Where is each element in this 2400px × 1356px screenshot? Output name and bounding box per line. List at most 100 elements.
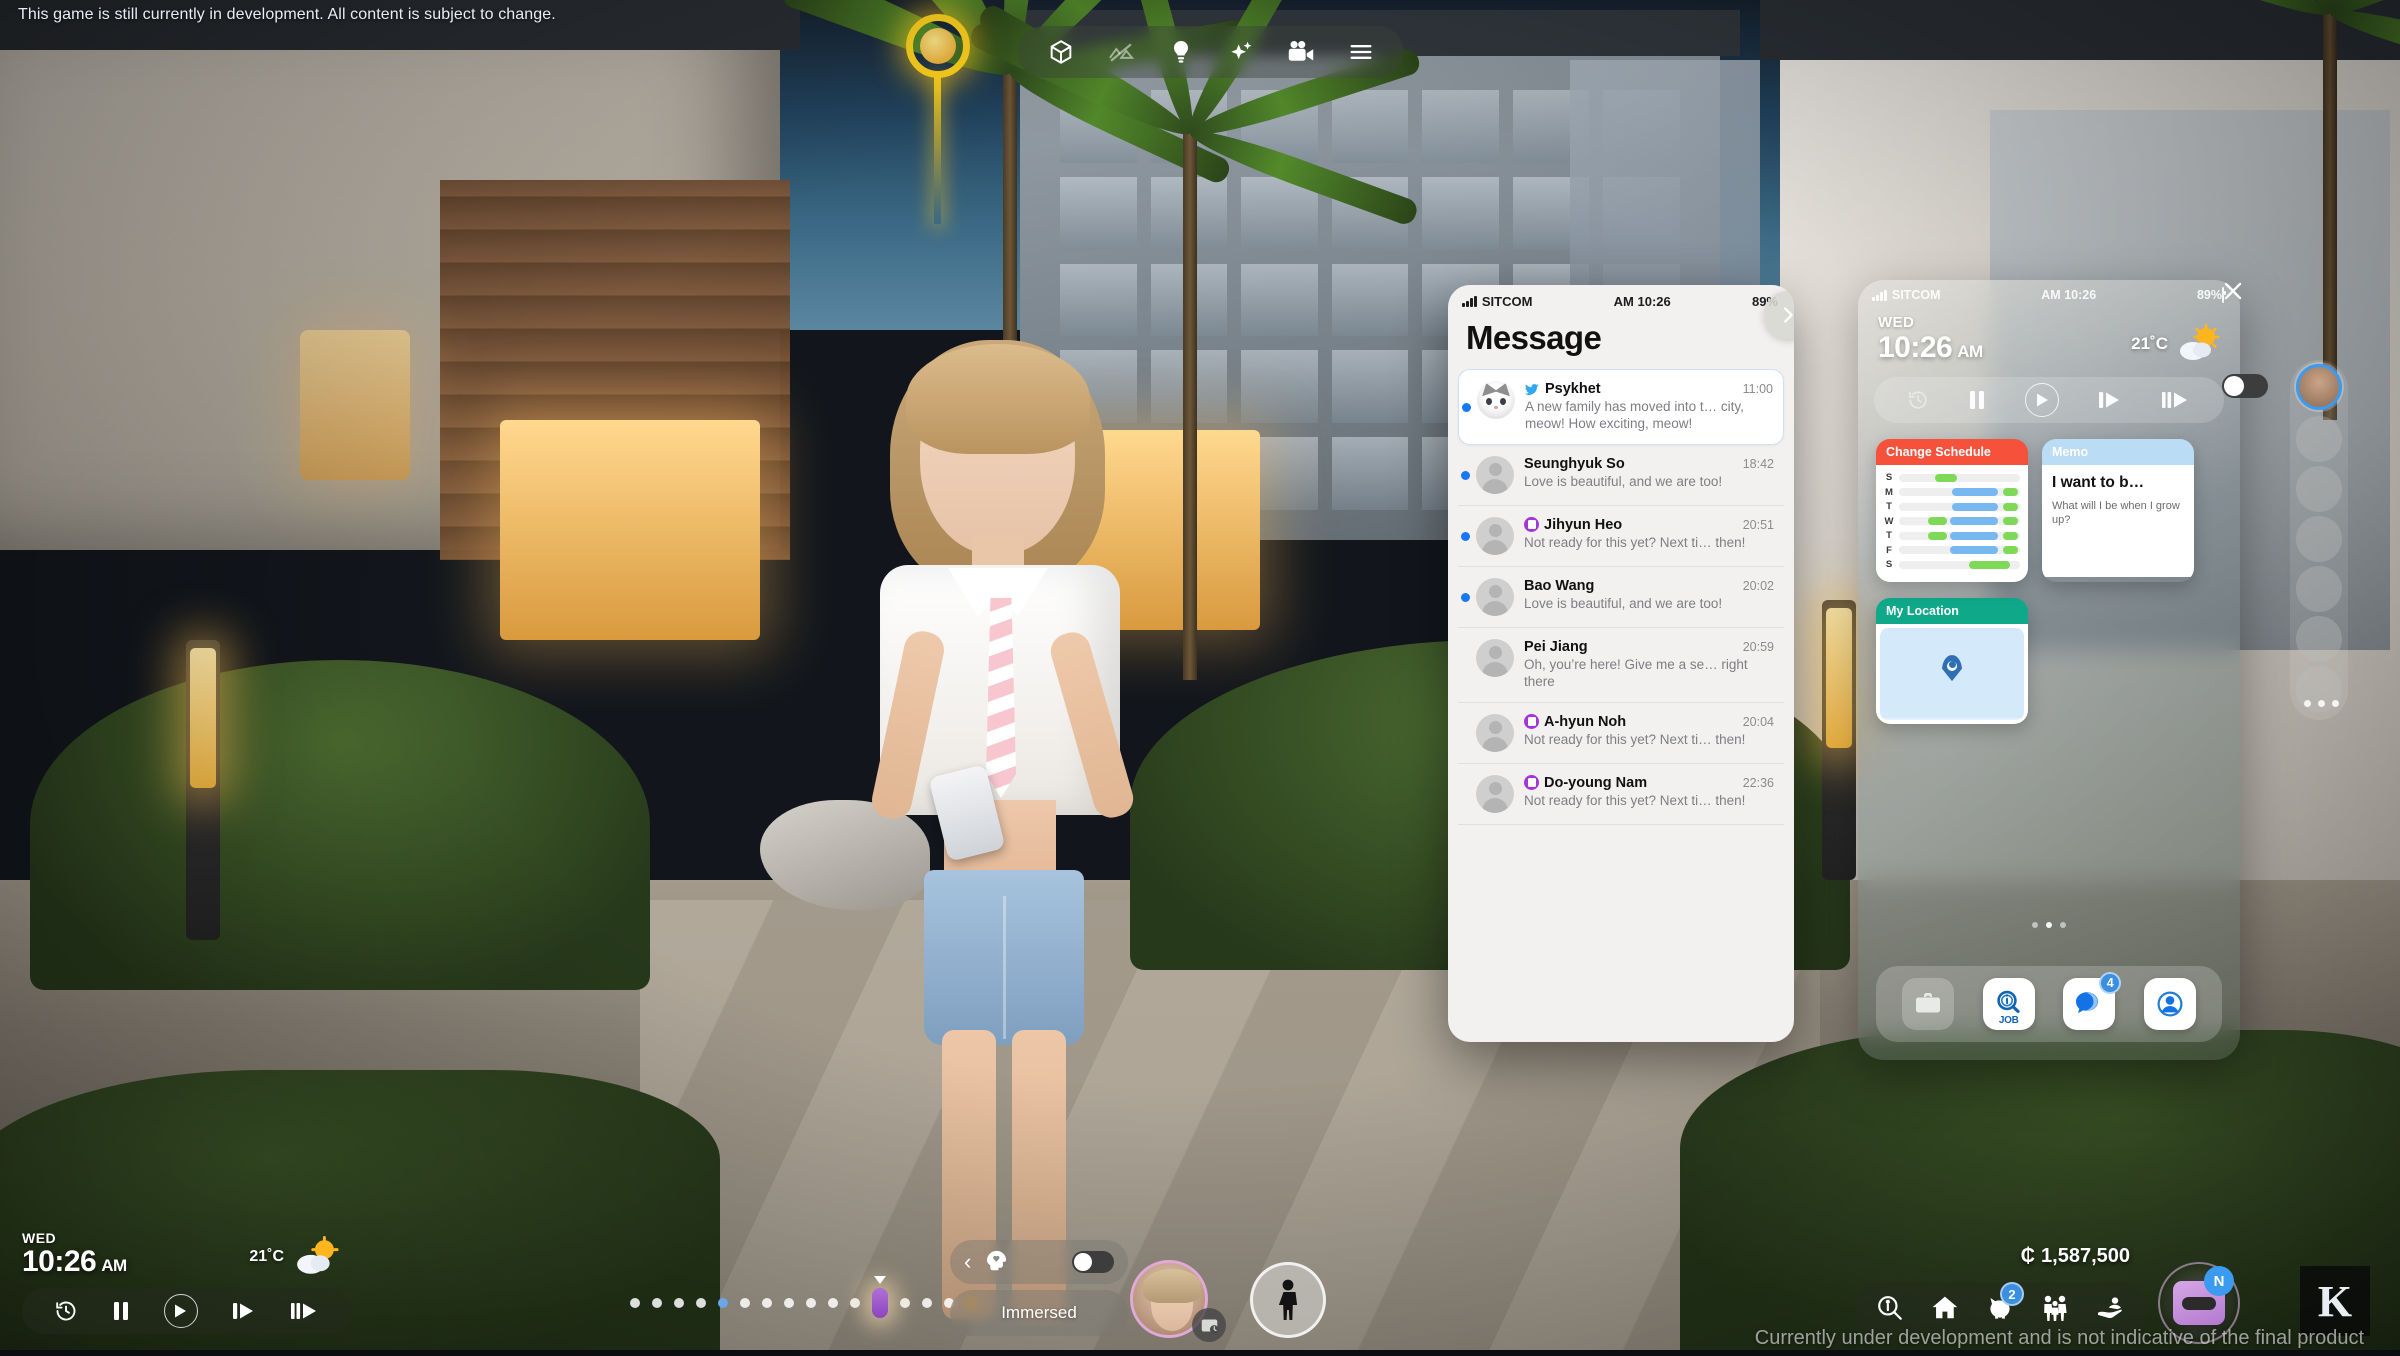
briefcase-app[interactable]: [1902, 978, 1955, 1030]
rail-toggle[interactable]: [2222, 374, 2268, 398]
fast-forward-icon[interactable]: [231, 1301, 257, 1321]
back-button[interactable]: ‹: [964, 1249, 971, 1275]
location-widget[interactable]: My Location: [1876, 597, 2028, 724]
close-icon[interactable]: [2210, 268, 2256, 314]
timeline-dot[interactable]: [740, 1298, 750, 1308]
message-list[interactable]: Psykhet 11:00 A new family has moved into …: [1448, 369, 1794, 1042]
cat-avatar-icon: [1477, 381, 1515, 419]
timeline-cursor[interactable]: [872, 1276, 888, 1318]
phone-page-dots[interactable]: [1858, 922, 2240, 928]
message-list-item[interactable]: Jihyun Heo 20:51 Not ready for this yet? N…: [1458, 506, 1784, 567]
pause-icon[interactable]: [1967, 389, 1987, 411]
search-info-icon[interactable]: [1876, 1294, 1904, 1322]
status-badge[interactable]: Immersed: [950, 1290, 1128, 1336]
message-timestamp: 11:00: [1742, 382, 1773, 396]
message-list-item[interactable]: Bao Wang 20:02 Love is beautiful, and we a…: [1458, 567, 1784, 628]
page-title: Message: [1466, 319, 1602, 356]
rewind-history-icon[interactable]: [1907, 389, 1929, 411]
schedule-day-label: T: [1886, 501, 1892, 512]
cat-icon[interactable]: 2: [1986, 1282, 2024, 1322]
timeline-dot[interactable]: [718, 1298, 728, 1308]
schedule-row: M: [1884, 487, 2020, 498]
timeline-dot[interactable]: [696, 1298, 706, 1308]
schedule-row: T: [1884, 501, 2020, 512]
message-preview: A new family has moved into t… city, meo…: [1525, 399, 1744, 431]
rail-empty-slot[interactable]: [2296, 416, 2342, 462]
timeline-dot[interactable]: [784, 1298, 794, 1308]
location-map: [1880, 627, 2024, 720]
timeline-dot[interactable]: [806, 1298, 816, 1308]
mood-bar: ‹: [950, 1240, 1128, 1284]
phone-temperature: 21˚C: [2131, 334, 2168, 353]
rail-empty-slot[interactable]: [2296, 516, 2342, 562]
phone-home-panel: SITCOM AM 10:26 89% WED 10:26 AM 21˚C Ch…: [1858, 280, 2240, 1060]
sparkle-icon[interactable]: [1224, 35, 1258, 69]
pause-icon[interactable]: [111, 1300, 131, 1322]
schedule-day-label: T: [1886, 530, 1892, 541]
timeline-dot[interactable]: [828, 1298, 838, 1308]
lightbulb-icon[interactable]: [1164, 35, 1198, 69]
menu-icon[interactable]: [1344, 35, 1378, 69]
head-heart-icon[interactable]: [983, 1247, 1011, 1278]
mood-toggle[interactable]: [1072, 1251, 1114, 1273]
rail-empty-slot[interactable]: [2296, 616, 2342, 662]
timeline-dot[interactable]: [922, 1298, 932, 1308]
timeline-dot[interactable]: [850, 1298, 860, 1308]
rail-more-icon[interactable]: [2304, 700, 2339, 707]
cube-icon[interactable]: [1044, 35, 1078, 69]
message-list-item[interactable]: Do-young Nam 22:36 Not ready for this yet?…: [1458, 764, 1784, 825]
schedule-segment: [2003, 502, 2018, 511]
timeline-dot[interactable]: [674, 1298, 684, 1308]
cat-icon-badge: 2: [2000, 1282, 2024, 1306]
timeline-dot[interactable]: [762, 1298, 772, 1308]
message-list-item[interactable]: Psykhet 11:00 A new family has moved into …: [1458, 369, 1784, 445]
rail-empty-slot[interactable]: [2296, 566, 2342, 612]
schedule-row: S: [1884, 559, 2020, 570]
job-app[interactable]: JOB: [1982, 978, 2035, 1030]
unread-dot: [1461, 592, 1470, 602]
signal-bars-icon: [1872, 289, 1887, 301]
phone-status-bar: SITCOM AM 10:26 89%: [1858, 280, 2240, 310]
fastest-forward-icon[interactable]: [2161, 390, 2191, 410]
bottom-edge: [0, 1350, 2400, 1356]
message-list-item[interactable]: A-hyun Noh 20:04 Not ready for this yet? N…: [1458, 703, 1784, 764]
rail-active-avatar[interactable]: [2296, 364, 2342, 410]
schedule-row: T: [1884, 530, 2020, 541]
rewind-history-icon[interactable]: [54, 1299, 78, 1323]
person-icon[interactable]: [1250, 1262, 1326, 1338]
player-character[interactable]: [820, 330, 1180, 1340]
message-body: Pei Jiang 20:59 Oh, you’re here! Give me a…: [1524, 639, 1774, 691]
day-timeline[interactable]: [630, 1276, 976, 1318]
message-list-item[interactable]: Pei Jiang 20:59 Oh, you’re here! Give me a…: [1458, 628, 1784, 703]
page-dot[interactable]: [2060, 922, 2066, 928]
fast-forward-icon[interactable]: [2097, 390, 2123, 410]
home-icon[interactable]: [1930, 1294, 1960, 1322]
family-icon[interactable]: [2040, 1294, 2070, 1322]
timeline-dot[interactable]: [652, 1298, 662, 1308]
message-timestamp: 20:04: [1742, 714, 1774, 729]
schedule-widget[interactable]: Change Schedule SMTWTFS: [1876, 439, 2028, 582]
page-dot[interactable]: [2046, 922, 2052, 928]
fastest-forward-icon[interactable]: [290, 1301, 320, 1321]
message-list-item[interactable]: Seunghyuk So 18:42 Love is beautiful, and …: [1458, 445, 1784, 506]
timeline-dot[interactable]: [900, 1298, 910, 1308]
rail-empty-slot[interactable]: [2296, 466, 2342, 512]
location-widget-body: [1876, 623, 2028, 724]
hand-care-icon[interactable]: [2096, 1295, 2126, 1321]
terrain-off-icon[interactable]: [1104, 35, 1138, 69]
chat-app[interactable]: 4: [2063, 972, 2122, 1030]
message-header-row: Bao Wang 20:02: [1524, 578, 1774, 594]
time-weather-hud: WED 10:26 AM 21˚C: [22, 1230, 352, 1334]
schedule-track: [1899, 531, 2020, 540]
page-dot[interactable]: [2032, 922, 2038, 928]
document-badge-icon: [1524, 714, 1539, 729]
timeline-dot[interactable]: [630, 1298, 640, 1308]
play-icon[interactable]: [163, 1294, 198, 1328]
memo-widget[interactable]: Memo I want to b… What will I be when I …: [2042, 439, 2194, 582]
watermark-notice: Currently under development and is not i…: [1754, 1327, 2364, 1349]
contacts-app[interactable]: [2143, 978, 2196, 1030]
unread-dot: [1461, 531, 1470, 541]
camera-icon[interactable]: [1284, 35, 1318, 69]
schedule-clock-icon[interactable]: [1192, 1308, 1226, 1342]
play-icon[interactable]: [2025, 383, 2059, 417]
